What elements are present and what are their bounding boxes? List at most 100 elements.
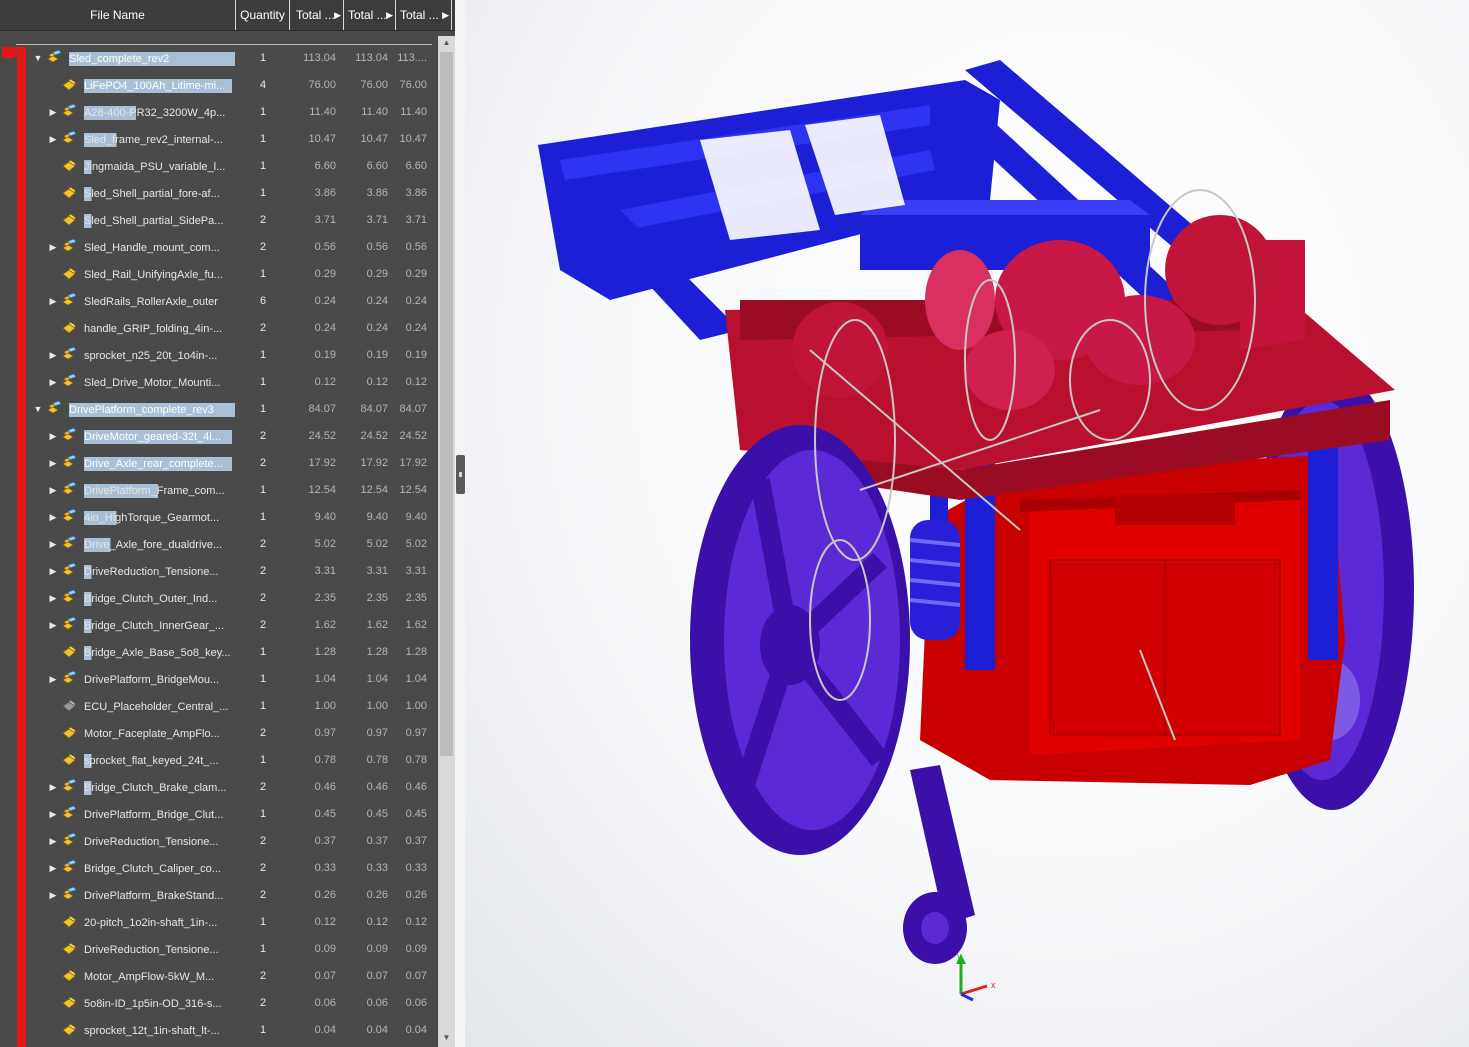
column-total-1[interactable]: Total ... ▶ xyxy=(290,0,344,30)
tree-row[interactable]: Sled_Shell_partial_fore-af... 1 3.86 3.86 3.… xyxy=(0,180,438,207)
component-quantity: 1 xyxy=(259,52,267,64)
column-header: File Name Quantity Total ... ▶ Total ... ▶… xyxy=(0,0,455,31)
tree-row[interactable]: Motor_AmpFlow-5kW_M... 2 0.07 0.07 0.07 xyxy=(0,963,438,990)
tree-row[interactable]: sprocket_flat_keyed_24t_... 1 0.78 0.78 0.78 xyxy=(0,747,438,774)
assembly-icon xyxy=(61,859,77,876)
tree-row[interactable]: ECU_Placeholder_Central_... 1 1.00 1.00 1.00 xyxy=(0,693,438,720)
component-total-3: 0.12 xyxy=(405,916,427,928)
component-total-2: 0.19 xyxy=(366,349,388,361)
tree-row[interactable]: ▶ Bridge_Clutch_Brake_clam... 2 0.46 0.46 0.4… xyxy=(0,774,438,801)
tree-row[interactable]: ▶ DriveReduction_Tensione... 2 3.31 3.31 3.31 xyxy=(0,558,438,585)
expand-chevron-icon[interactable]: ▶ xyxy=(48,483,58,497)
expand-chevron-icon[interactable]: ▶ xyxy=(48,429,58,443)
component-name: 5o8in-ID_1p5in-OD_316-s... xyxy=(84,998,222,1010)
component-total-2: 17.92 xyxy=(360,457,388,469)
tree-row[interactable]: ▼ DrivePlatform_complete_rev3 1 84.07 84.07 8… xyxy=(0,396,438,423)
expand-chevron-icon[interactable]: ▶ xyxy=(48,672,58,686)
column-total-3-label: Total ... xyxy=(400,8,439,22)
column-total-2[interactable]: Total ... ▶ xyxy=(344,0,396,30)
component-quantity: 2 xyxy=(259,781,267,793)
scroll-down-icon[interactable]: ▼ xyxy=(438,1033,455,1045)
part-icon xyxy=(61,752,77,768)
tree-row[interactable]: ▶ DrivePlatform_BridgeMou... 1 1.04 1.04 1.04 xyxy=(0,666,438,693)
tree-row[interactable]: sprocket_12t_1in-shaft_lt-... 1 0.04 0.04 0.… xyxy=(0,1017,438,1044)
tree-row[interactable]: Sled_Rail_UnifyingAxle_fu... 1 0.29 0.29 0.2… xyxy=(0,261,438,288)
triad-z-axis xyxy=(960,992,974,1002)
component-total-1: 0.33 xyxy=(314,862,336,874)
expand-chevron-icon[interactable]: ▶ xyxy=(48,834,58,848)
tree-row[interactable]: ▶ Bridge_Clutch_Outer_Ind... 2 2.35 2.35 2.35 xyxy=(0,585,438,612)
expand-chevron-icon[interactable]: ▶ xyxy=(48,456,58,470)
component-quantity: 2 xyxy=(259,862,267,874)
expand-chevron-icon[interactable]: ▶ xyxy=(48,105,58,119)
part-icon xyxy=(61,1022,77,1038)
tree-row[interactable]: ▶ DrivePlatform_Frame_com... 1 12.54 12.54 12… xyxy=(0,477,438,504)
collapse-chevron-icon[interactable]: ▼ xyxy=(33,402,43,416)
component-total-3: 76.00 xyxy=(399,79,427,91)
tree-row[interactable]: ▶ Sled_Drive_Motor_Mounti... 1 0.12 0.12 0.12 xyxy=(0,369,438,396)
tree-row[interactable]: ▶ sprocket_n25_20t_1o4in-... 1 0.19 0.19 0.19 xyxy=(0,342,438,369)
assembly-model[interactable] xyxy=(465,0,1469,1047)
expand-chevron-icon[interactable]: ▶ xyxy=(48,807,58,821)
tree-row[interactable]: Bridge_Axle_Base_5o8_key... 1 1.28 1.28 1.28 xyxy=(0,639,438,666)
tree-row[interactable]: ▶ DrivePlatform_BrakeStand... 2 0.26 0.26 0.2… xyxy=(0,882,438,909)
expand-chevron-icon[interactable]: ▶ xyxy=(48,861,58,875)
tree-row[interactable]: ▶ Drive_Axle_rear_complete... 2 17.92 17.92 1… xyxy=(0,450,438,477)
tree-row[interactable]: ▶ DriveMotor_geared-32t_4i... 2 24.52 24.52 2… xyxy=(0,423,438,450)
component-name: A28-400-PR32_3200W_4p... xyxy=(84,106,232,120)
panel-splitter[interactable] xyxy=(455,0,465,1047)
tree-row[interactable]: ▶ Bridge_Clutch_Caliper_co... 2 0.33 0.33 0.3… xyxy=(0,855,438,882)
tree-row[interactable]: Sled_Shell_partial_SidePa... 2 3.71 3.71 3.7… xyxy=(0,207,438,234)
part-icon xyxy=(61,320,77,336)
tree-row[interactable]: ▼ Sled_complete_rev2 1 113.04 113.04 113.... xyxy=(0,45,438,72)
expand-chevron-icon[interactable]: ▶ xyxy=(48,348,58,362)
3d-graphics-viewport[interactable]: y x xyxy=(465,0,1469,1047)
tree-row[interactable]: Motor_Faceplate_AmpFlo... 2 0.97 0.97 0.97 xyxy=(0,720,438,747)
expand-chevron-icon[interactable]: ▶ xyxy=(48,375,58,389)
expand-chevron-icon[interactable]: ▶ xyxy=(48,780,58,794)
component-total-2: 0.33 xyxy=(366,862,388,874)
expand-chevron-icon[interactable]: ▶ xyxy=(48,132,58,146)
tree-row[interactable]: ▶ 4in_HighTorque_Gearmot... 1 9.40 9.40 9.40 xyxy=(0,504,438,531)
column-quantity[interactable]: Quantity xyxy=(236,0,290,30)
expand-chevron-icon[interactable]: ▶ xyxy=(48,591,58,605)
column-total-3[interactable]: Total ... ▶ xyxy=(396,0,452,30)
component-total-2: 6.60 xyxy=(366,160,388,172)
component-total-2: 1.00 xyxy=(366,700,388,712)
tree-row[interactable]: DriveReduction_Tensione... 1 0.09 0.09 0.09 xyxy=(0,936,438,963)
vertical-scrollbar[interactable]: ▲ ▼ xyxy=(438,36,455,1047)
expand-chevron-icon[interactable]: ▶ xyxy=(48,510,58,524)
tree-row[interactable]: ▶ Drive_Axle_fore_dualdrive... 2 5.02 5.02 5.… xyxy=(0,531,438,558)
tree-row[interactable]: ▶ Bridge_Clutch_InnerGear_... 2 1.62 1.62 1.6… xyxy=(0,612,438,639)
tree-row[interactable]: Jingmaida_PSU_variable_l... 1 6.60 6.60 6.60 xyxy=(0,153,438,180)
collapse-chevron-icon[interactable]: ▼ xyxy=(33,51,43,65)
expand-chevron-icon[interactable]: ▶ xyxy=(48,240,58,254)
component-total-2: 0.06 xyxy=(366,997,388,1009)
component-quantity: 1 xyxy=(259,349,267,361)
component-name: Jingmaida_PSU_variable_l... xyxy=(84,160,232,174)
expand-chevron-icon[interactable]: ▶ xyxy=(48,294,58,308)
expand-chevron-icon[interactable]: ▶ xyxy=(48,537,58,551)
component-total-2: 0.26 xyxy=(366,889,388,901)
expand-chevron-icon[interactable]: ▶ xyxy=(48,564,58,578)
tree-row[interactable]: ▶ DrivePlatform_Bridge_Clut... 1 0.45 0.45 0.… xyxy=(0,801,438,828)
tree-row[interactable]: ▶ A28-400-PR32_3200W_4p... 1 11.40 11.40 11.4… xyxy=(0,99,438,126)
assembly-icon xyxy=(61,805,77,822)
component-total-3: 1.28 xyxy=(405,646,427,658)
tree-row[interactable]: ▶ DriveReduction_Tensione... 2 0.37 0.37 0.37 xyxy=(0,828,438,855)
tree-row[interactable]: ▶ Sled_Handle_mount_com... 2 0.56 0.56 0.56 xyxy=(0,234,438,261)
expand-chevron-icon[interactable]: ▶ xyxy=(48,888,58,902)
scroll-thumb[interactable] xyxy=(440,52,453,756)
tree-row[interactable]: ▶ SledRails_RollerAxle_outer 6 0.24 0.24 0.24 xyxy=(0,288,438,315)
tree-row[interactable]: handle_GRIP_folding_4in-... 2 0.24 0.24 0.24 xyxy=(0,315,438,342)
triad-x-axis xyxy=(960,984,988,996)
component-quantity: 1 xyxy=(259,484,267,496)
tree-row[interactable]: 5o8in-ID_1p5in-OD_316-s... 2 0.06 0.06 0.06 xyxy=(0,990,438,1017)
splitter-handle-icon[interactable] xyxy=(456,455,465,494)
column-file-name[interactable]: File Name xyxy=(0,0,236,30)
tree-row[interactable]: 20-pitch_1o2in-shaft_1in-... 1 0.12 0.12 0.1… xyxy=(0,909,438,936)
scroll-up-icon[interactable]: ▲ xyxy=(438,38,455,50)
tree-row[interactable]: ▶ Sled_frame_rev2_internal-... 1 10.47 10.47… xyxy=(0,126,438,153)
tree-row[interactable]: LiFePO4_100Ah_Litime-mi... 4 76.00 76.00 76.… xyxy=(0,72,438,99)
expand-chevron-icon[interactable]: ▶ xyxy=(48,618,58,632)
